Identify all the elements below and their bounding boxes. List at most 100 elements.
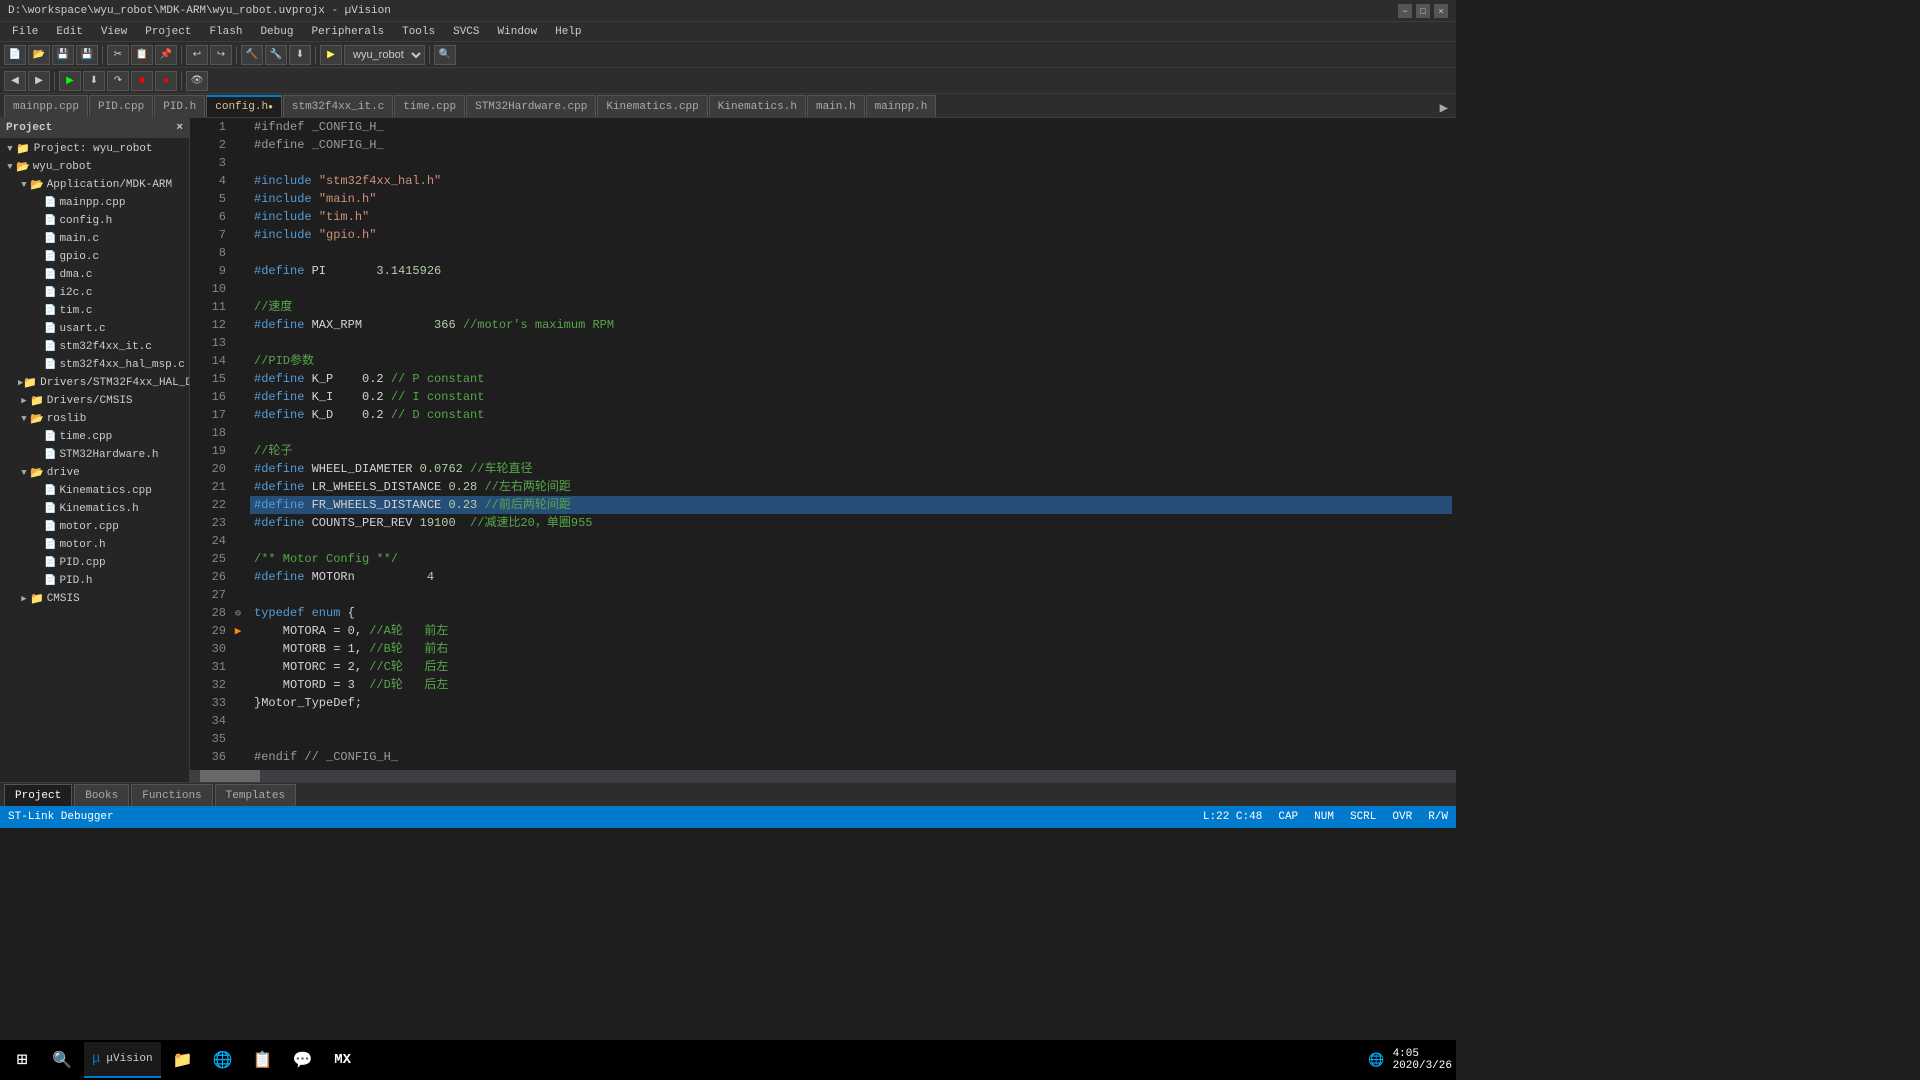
code-line-14[interactable]: //PID参数 [250,352,1452,370]
tree-item-stm32f4xx-it-c[interactable]: 📄stm32f4xx_it.c [0,338,189,356]
save-all-button[interactable]: 💾 [76,45,98,65]
tree-item-main-c[interactable]: 📄main.c [0,230,189,248]
scrollbar-thumb[interactable] [200,770,260,782]
debug-button[interactable]: ▶ [320,45,342,65]
uvision-taskbar-app[interactable]: μ μVision [84,1042,161,1078]
tab-main-h[interactable]: main.h [807,95,865,117]
open-button[interactable]: 📂 [28,45,50,65]
code-line-5[interactable]: #include "main.h" [250,190,1452,208]
tree-item-kinematics-h[interactable]: 📄Kinematics.h [0,500,189,518]
maximize-button[interactable]: □ [1416,4,1430,18]
tree-item-drivers-cmsis[interactable]: ▶📁Drivers/CMSIS [0,392,189,410]
code-line-25[interactable]: /** Motor Config **/ [250,550,1452,568]
close-button[interactable]: × [1434,4,1448,18]
menu-item-debug[interactable]: Debug [252,25,301,39]
code-line-27[interactable] [250,586,1452,604]
code-line-19[interactable]: //轮子 [250,442,1452,460]
paste-button[interactable]: 📌 [155,45,177,65]
menu-item-window[interactable]: Window [490,25,546,39]
cut-button[interactable]: ✂ [107,45,129,65]
tree-item-wyu-robot[interactable]: ▼📂wyu_robot [0,158,189,176]
tree-item-cmsis[interactable]: ▶📁CMSIS [0,590,189,608]
tree-item-stm32f4xx-hal-msp-c[interactable]: 📄stm32f4xx_hal_msp.c [0,356,189,374]
close-sidebar-icon[interactable]: × [176,122,183,134]
tree-item-pid-cpp[interactable]: 📄PID.cpp [0,554,189,572]
tree-item-application-mdk-arm[interactable]: ▼📂Application/MDK-ARM [0,176,189,194]
undo-button[interactable]: ↩ [186,45,208,65]
save-button[interactable]: 💾 [52,45,74,65]
tree-item-drive[interactable]: ▼📂drive [0,464,189,482]
tree-item-stm32hardware-h[interactable]: 📄STM32Hardware.h [0,446,189,464]
code-line-16[interactable]: #define K_I 0.2 // I constant [250,388,1452,406]
step-button[interactable]: ⬇ [83,71,105,91]
tab-pid-cpp[interactable]: PID.cpp [89,95,153,117]
code-line-17[interactable]: #define K_D 0.2 // D constant [250,406,1452,424]
code-content[interactable]: #ifndef _CONFIG_H_#define _CONFIG_H_ #in… [246,118,1456,770]
code-line-12[interactable]: #define MAX_RPM 366 //motor's maximum RP… [250,316,1452,334]
tree-item-roslib[interactable]: ▼📂roslib [0,410,189,428]
code-line-1[interactable]: #ifndef _CONFIG_H_ [250,118,1452,136]
breakpoint-button[interactable]: ● [155,71,177,91]
code-line-4[interactable]: #include "stm32f4xx_hal.h" [250,172,1452,190]
code-line-18[interactable] [250,424,1452,442]
code-line-36[interactable]: #endif // _CONFIG_H_ [250,748,1452,766]
code-line-30[interactable]: MOTORB = 1, //B轮 前右 [250,640,1452,658]
tab-stm32f4xx-it-c[interactable]: stm32f4xx_it.c [283,95,393,117]
code-line-9[interactable]: #define PI 3.1415926 [250,262,1452,280]
code-line-23[interactable]: #define COUNTS_PER_REV 19100 //减速比20，单圈9… [250,514,1452,532]
download-button[interactable]: ⬇ [289,45,311,65]
menu-item-peripherals[interactable]: Peripherals [303,25,392,39]
code-line-29[interactable]: MOTORA = 0, //A轮 前左 [250,622,1452,640]
target-dropdown[interactable]: wyu_robot [344,45,425,65]
horizontal-scrollbar[interactable] [190,770,1456,782]
code-line-8[interactable] [250,244,1452,262]
menu-item-file[interactable]: File [4,25,46,39]
minimize-button[interactable]: − [1398,4,1412,18]
tab-stm32hardware-cpp[interactable]: STM32Hardware.cpp [466,95,596,117]
code-line-7[interactable]: #include "gpio.h" [250,226,1452,244]
browser-button[interactable]: 🌐 [205,1042,241,1078]
mx-button[interactable]: MX [325,1042,361,1078]
code-line-21[interactable]: #define LR_WHEELS_DISTANCE 0.28 //左右两轮间距 [250,478,1452,496]
menu-item-flash[interactable]: Flash [201,25,250,39]
rebuild-button[interactable]: 🔧 [265,45,287,65]
notes-button[interactable]: 📋 [245,1042,281,1078]
bottom-tab-templates[interactable]: Templates [215,784,296,806]
menu-item-help[interactable]: Help [547,25,589,39]
tree-item-mainpp-cpp[interactable]: 📄mainpp.cpp [0,194,189,212]
code-line-20[interactable]: #define WHEEL_DIAMETER 0.0762 //车轮直径 [250,460,1452,478]
code-line-2[interactable]: #define _CONFIG_H_ [250,136,1452,154]
wechat-button[interactable]: 💬 [285,1042,321,1078]
tree-item-time-cpp[interactable]: 📄time.cpp [0,428,189,446]
bottom-tab-project[interactable]: Project [4,784,72,806]
tab-config-h[interactable]: config.h ● [206,95,282,117]
tab-pid-h[interactable]: PID.h [154,95,205,117]
bottom-tab-functions[interactable]: Functions [131,784,212,806]
run-button[interactable]: ▶ [59,71,81,91]
stop-button[interactable]: ■ [131,71,153,91]
build-button[interactable]: 🔨 [241,45,263,65]
tree-item-tim-c[interactable]: 📄tim.c [0,302,189,320]
code-line-35[interactable] [250,730,1452,748]
tree-item-pid-h[interactable]: 📄PID.h [0,572,189,590]
search-button[interactable]: 🔍 [434,45,456,65]
new-file-button[interactable]: 📄 [4,45,26,65]
menu-item-tools[interactable]: Tools [394,25,443,39]
tree-item-gpio-c[interactable]: 📄gpio.c [0,248,189,266]
tab-time-cpp[interactable]: time.cpp [394,95,465,117]
menu-item-view[interactable]: View [93,25,135,39]
code-line-31[interactable]: MOTORC = 2, //C轮 后左 [250,658,1452,676]
menu-item-edit[interactable]: Edit [48,25,90,39]
prev-location-button[interactable]: ◀ [4,71,26,91]
search-taskbar-button[interactable]: 🔍 [44,1042,80,1078]
tree-item-config-h[interactable]: 📄config.h [0,212,189,230]
bottom-tab-books[interactable]: Books [74,784,129,806]
tree-item-motor-cpp[interactable]: 📄motor.cpp [0,518,189,536]
next-location-button[interactable]: ▶ [28,71,50,91]
menu-item-svcs[interactable]: SVCS [445,25,487,39]
code-line-26[interactable]: #define MOTORn 4 [250,568,1452,586]
watch-button[interactable]: 👁 [186,71,208,91]
tab-mainpp-h[interactable]: mainpp.h [866,95,937,117]
code-line-34[interactable] [250,712,1452,730]
redo-button[interactable]: ↪ [210,45,232,65]
